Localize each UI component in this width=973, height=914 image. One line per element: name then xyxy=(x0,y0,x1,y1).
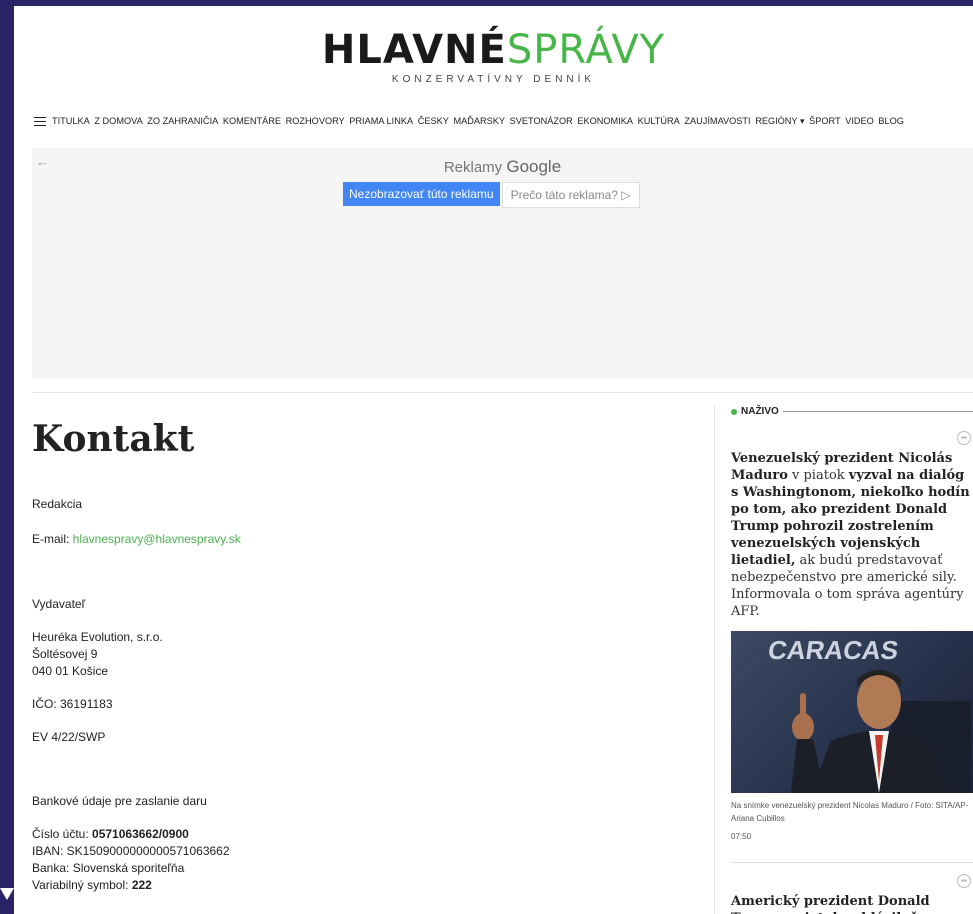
chevron-down-icon xyxy=(0,888,14,900)
live-dot-icon xyxy=(731,408,737,415)
menu-icon[interactable] xyxy=(34,114,46,129)
email-label: E-mail: xyxy=(32,532,73,546)
nav-item-sport[interactable]: ŠPORT xyxy=(809,116,840,126)
ev-number: EV 4/22/SWP xyxy=(32,730,106,744)
city: 040 01 Košice xyxy=(32,664,109,678)
vs-row: Variabilný symbol: 222 xyxy=(32,877,152,894)
vydavatel-heading: Vydavateľ xyxy=(32,597,86,611)
nav-item-rozhovory[interactable]: ROZHOVORY xyxy=(286,116,345,126)
news-item-text[interactable]: Americký prezident Donald Trump v piatok… xyxy=(731,893,973,914)
logo-part1: HLAVNÉ xyxy=(321,27,507,73)
nav-item-kultura[interactable]: KULTÚRA xyxy=(638,116,680,126)
nav-item-blog[interactable]: BLOG xyxy=(878,116,904,126)
nav-item-z-domova[interactable]: Z DOMOVA xyxy=(94,116,142,126)
live-sidebar: NAŽIVO ➦ Venezuelský prezident Nicolás M… xyxy=(731,406,973,914)
svg-text:CARACAS: CARACAS xyxy=(766,635,900,665)
nav-item-ekonomika[interactable]: EKONOMIKA xyxy=(577,116,633,126)
account-row: Číslo účtu: 0571063662/0900 xyxy=(32,826,189,843)
news-text-1: v piatok xyxy=(787,468,849,483)
page-title: Kontakt xyxy=(32,418,195,460)
page: HLAVNÉSPRÁVY KONZERVATÍVNY DENNÍK TITULK… xyxy=(14,6,973,914)
redakcia-heading: Redakcia xyxy=(32,497,83,511)
news-item-text[interactable]: Venezuelský prezident Nicolás Maduro v p… xyxy=(731,450,973,620)
account-number: 0571063662/0900 xyxy=(92,827,189,841)
share-icon[interactable]: ➦ xyxy=(957,874,971,888)
main-nav: TITULKA Z DOMOVA ZO ZAHRANIČIA KOMENTÁRE… xyxy=(34,114,909,129)
nav-item-cesky[interactable]: ČESKY xyxy=(418,116,449,126)
divider xyxy=(32,392,973,393)
bank-heading: Bankové údaje pre zaslanie daru xyxy=(32,794,207,808)
nav-item-zo-zahranicia[interactable]: ZO ZAHRANIČIA xyxy=(147,116,218,126)
column-divider xyxy=(714,406,715,914)
news-photo[interactable]: CARACAS xyxy=(731,631,973,793)
nav-item-madarsky[interactable]: MAĎARSKY xyxy=(453,116,505,126)
nav-item-zaujimavosti[interactable]: ZAUJÍMAVOSTI xyxy=(684,116,750,126)
ico: IČO: 36191183 xyxy=(32,697,113,711)
maduro-photo-illustration: CARACAS xyxy=(766,635,971,793)
logo-tagline: KONZERVATÍVNY DENNÍK xyxy=(391,74,596,85)
news-separator xyxy=(731,862,973,863)
bank-name: Banka: Slovenská sporiteľňa xyxy=(32,861,185,875)
site-logo[interactable]: HLAVNÉSPRÁVY KONZERVATÍVNY DENNÍK xyxy=(14,28,973,85)
logo-part2: SPRÁVY xyxy=(506,27,666,73)
nav-item-regiony[interactable]: REGIÓNY ▾ xyxy=(755,116,804,127)
live-label: NAŽIVO xyxy=(741,406,779,417)
ad-banner: ← Reklamy Google Nezobrazovať túto rekla… xyxy=(32,148,973,378)
ad-title-brand: Google xyxy=(506,157,562,176)
ad-title-prefix: Reklamy xyxy=(443,159,503,176)
nav-item-titulka[interactable]: TITULKA xyxy=(52,116,90,126)
account-label: Číslo účtu: xyxy=(32,827,93,841)
nav-item-video[interactable]: VIDEO xyxy=(845,116,874,126)
share-icon[interactable]: ➦ xyxy=(957,431,971,445)
ad-title: Reklamy Google xyxy=(32,157,973,177)
vs-value: 222 xyxy=(131,878,152,892)
nav-item-svetonazor[interactable]: SVETONÁZOR xyxy=(510,116,573,126)
news2-bold-1: Americký prezident Donald Trump v piatok… xyxy=(731,894,930,914)
iban: IBAN: SK1509000000000571063662 xyxy=(32,844,230,858)
why-ad-button[interactable]: Prečo táto reklama? ▷ xyxy=(501,182,640,208)
nav-item-priama-linka[interactable]: PRIAMA LINKA xyxy=(349,116,413,126)
nav-item-komentare[interactable]: KOMENTÁRE xyxy=(223,116,281,126)
street: Šoltésovej 9 xyxy=(32,647,98,661)
news-time: 07:50 xyxy=(731,832,752,841)
photo-caption: Na snímke venezuelský prezident Nicolas … xyxy=(731,801,969,823)
email-link[interactable]: hlavnespravy@hlavnespravy.sk xyxy=(73,532,241,546)
vs-label: Variabilný symbol: xyxy=(32,878,132,892)
email-row: E-mail: hlavnespravy@hlavnespravy.sk xyxy=(32,531,241,548)
company-name: Heuréka Evolution, s.r.o. xyxy=(32,630,163,644)
hide-ad-button[interactable]: Nezobrazovať túto reklamu xyxy=(343,182,500,206)
live-header: NAŽIVO xyxy=(731,406,973,417)
